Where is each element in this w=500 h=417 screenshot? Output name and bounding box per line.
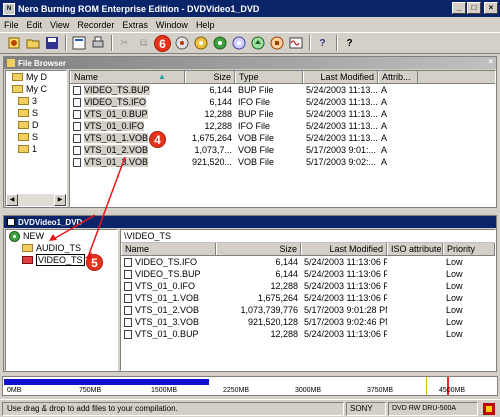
annotation-arrows [49, 156, 126, 260]
